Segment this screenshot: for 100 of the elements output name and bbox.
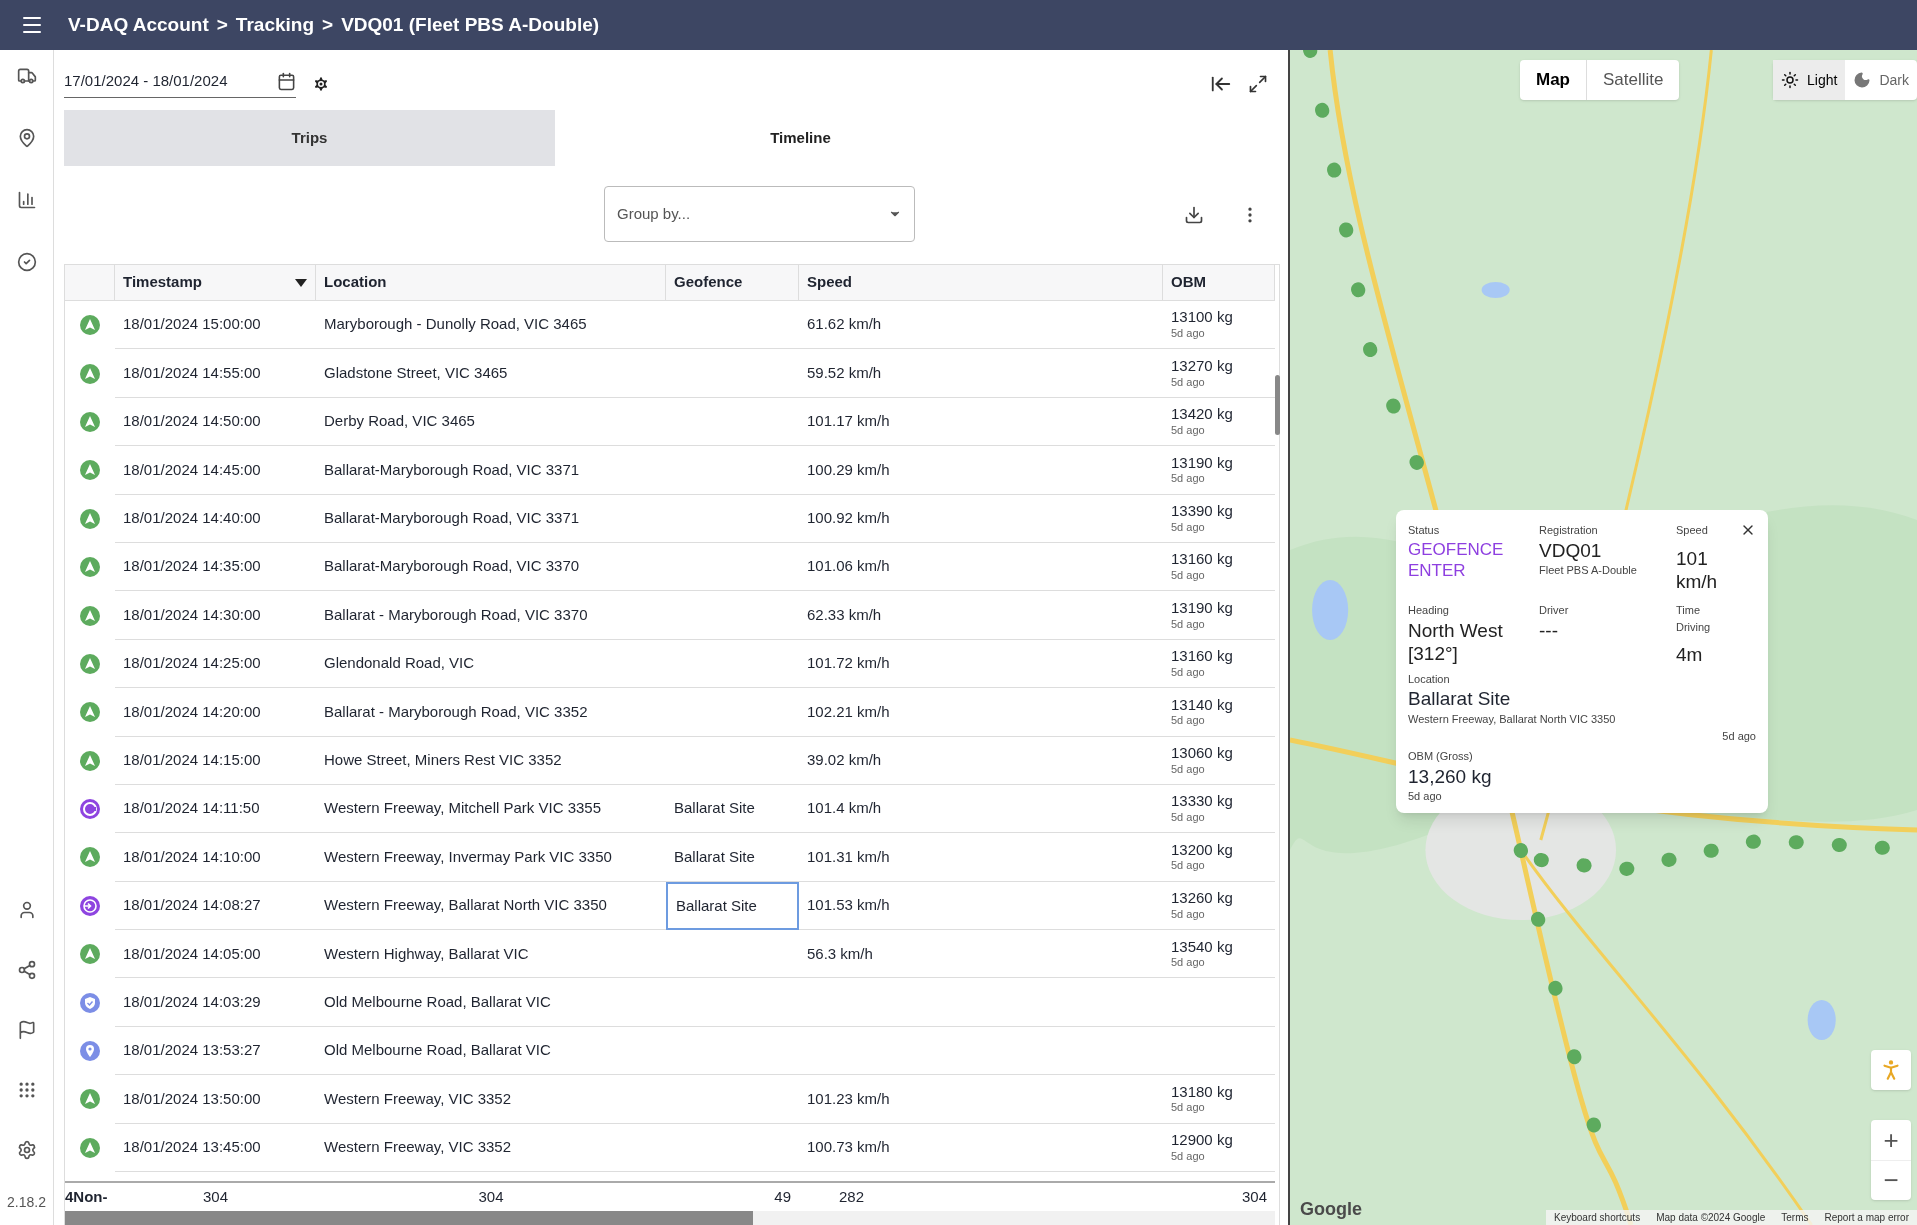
theme-button[interactable]: Light [1773,60,1846,100]
table-cell-text: 18/01/2024 13:50:00 [123,1088,261,1109]
table-cell-text: 101.53 km/h [807,895,890,916]
sun-icon [1781,71,1800,89]
table-cell-text: 18/01/2024 14:11:50 [123,798,260,819]
table-cell-text: 18/01/2024 14:03:29 [123,991,261,1012]
table-cell-text: Glendonald Road, VIC [324,653,475,674]
date-range-field[interactable]: 17/01/2024 - 18/01/2024 [64,70,296,98]
age-label: 5d ago [1171,375,1206,390]
field-subtext: Western Freeway, Ballarat North VIC 3350 [1408,712,1617,727]
age-label: 5d ago [1171,617,1206,632]
table-cell-text: Old Melbourne Road, Ballarat VIC [324,991,551,1012]
age-label: 5d ago [1171,1101,1206,1116]
theme-button[interactable]: Dark [1845,60,1917,100]
table-cell-text: Western Freeway, VIC 3352 [324,1137,512,1158]
field-value: North West [312°] [1408,618,1504,666]
table-cell-text: 13420 kg [1171,405,1234,424]
table-cell[interactable]: Ballarat Site [666,833,799,882]
age-label: 5d ago [1171,859,1206,874]
expand-icon[interactable] [1248,74,1268,94]
bar-chart-icon[interactable] [16,190,37,210]
table-cell-text: 39.02 km/h [807,749,882,770]
age-label: 5d ago [1171,520,1206,535]
field-value: VDQ01 [1539,538,1603,563]
table-cell-text: Old Melbourne Road, Ballarat VIC [324,1040,551,1061]
settings-icon[interactable] [312,75,330,93]
table-cell-text: 18/01/2024 13:45:00 [123,1137,261,1158]
map-type-button[interactable]: Satellite [1586,60,1680,100]
age-label: 5d ago [1171,762,1206,777]
table-cell-text: 102.21 km/h [807,701,890,722]
check-circle-icon[interactable] [16,252,37,272]
table-cell-text: Ballarat-Maryborough Road, VIC 3370 [324,556,580,577]
group-by-select[interactable]: Group by... [604,186,915,242]
table-cell-text: 13140 kg [1171,695,1234,715]
table-cell-text: Derby Road, VIC 3465 [324,411,475,432]
field-label: OBM (Gross) [1408,749,1474,764]
horizontal-scrollbar[interactable] [65,1211,753,1225]
attribution-link[interactable]: Map data ©2024 Google [1648,1210,1774,1225]
table-cell-text: Gladstone Street, VIC 3465 [324,362,508,383]
table-cell-text: 13160 kg [1171,550,1234,570]
table-cell-text: 18/01/2024 15:00:00 [123,314,261,335]
field-label: Location [1408,671,1451,687]
table-cell-text: 13540 kg [1171,937,1234,957]
truck-icon[interactable] [16,66,37,86]
settings-icon[interactable] [16,1140,37,1160]
table-cell[interactable]: Ballarat Site [666,784,799,834]
table-cell-text: 101.31 km/h [807,846,890,867]
zoom-in-button[interactable]: + [1871,1120,1911,1160]
column-header[interactable]: Speed [799,265,1163,300]
table-cell-text: 18/01/2024 14:50:00 [123,411,261,432]
table-cell-text: 101.17 km/h [807,411,890,432]
table-cell-text: 101.4 km/h [807,798,882,819]
table-cell-text: 56.3 km/h [807,943,873,964]
age-label: 5d ago [1171,569,1206,583]
field-value: 13,260 kg [1408,764,1493,789]
table-cell-text: 100.92 km/h [807,508,890,528]
table-cell-text: Howe Street, Miners Rest VIC 3352 [324,749,562,770]
vertical-scrollbar[interactable] [1275,375,1280,435]
table-cell-text: 13190 kg [1171,453,1234,473]
table-cell-text: 101.06 km/h [807,556,890,577]
column-header[interactable]: Timestamp [115,265,316,300]
breadcrumb-link[interactable]: V-DAQ Account [68,10,209,40]
table-cell-text: 13190 kg [1171,598,1234,618]
map-type-button[interactable]: Map [1520,60,1586,100]
table-cell-text: 18/01/2024 14:15:00 [123,749,261,770]
age-label: 5d ago [1171,423,1206,438]
column-header[interactable]: Location [316,265,666,300]
age-label: 5d ago [1171,1149,1206,1164]
attribution-link[interactable]: Keyboard shortcuts [1546,1210,1649,1225]
attribution-link[interactable]: Report a map error [1816,1210,1917,1225]
age-label: 5d ago [1722,728,1756,744]
footer-count: 49 [773,1186,792,1207]
share-icon[interactable] [16,960,37,980]
table-cell-text: 61.62 km/h [807,314,882,335]
table-cell-text: Western Freeway, Mitchell Park VIC 3355 [324,798,602,819]
footer-count: 304 [1240,1186,1268,1207]
tab[interactable]: Trips [64,110,555,166]
calendar-icon[interactable] [277,72,296,91]
table-cell-text: 13180 kg [1171,1082,1234,1102]
attribution-link[interactable]: Terms [1773,1210,1817,1225]
table-cell-text: 13200 kg [1171,840,1234,860]
age-label: 5d ago [1408,789,1443,805]
table-cell-text: 18/01/2024 14:08:27 [123,895,261,916]
age-label: 5d ago [1171,907,1206,922]
table-cell-text: 13100 kg [1171,308,1234,328]
field-label: Driver [1539,603,1570,618]
age-label: 5d ago [1171,472,1206,487]
column-header[interactable]: Geofence [666,265,799,300]
sort-caret-icon[interactable] [295,278,307,287]
column-header[interactable]: OBM [1163,265,1275,300]
field-value: Ballarat Site [1408,687,1512,711]
version-label: 2.18.2 [7,1193,46,1212]
table-cell-text: Western Freeway, VIC 3352 [324,1088,512,1109]
zoom-out-button[interactable]: − [1871,1160,1911,1200]
breadcrumb-link[interactable]: VDQ01 (Fleet PBS A-Double) [341,10,600,40]
table-cell-text: Western Freeway, Invermay Park VIC 3350 [324,846,612,867]
breadcrumb-link[interactable]: Tracking [235,10,314,40]
table-cell[interactable]: Ballarat Site [666,881,799,931]
table-cell-text: 18/01/2024 14:25:00 [123,653,261,674]
download-icon[interactable] [1184,205,1204,225]
